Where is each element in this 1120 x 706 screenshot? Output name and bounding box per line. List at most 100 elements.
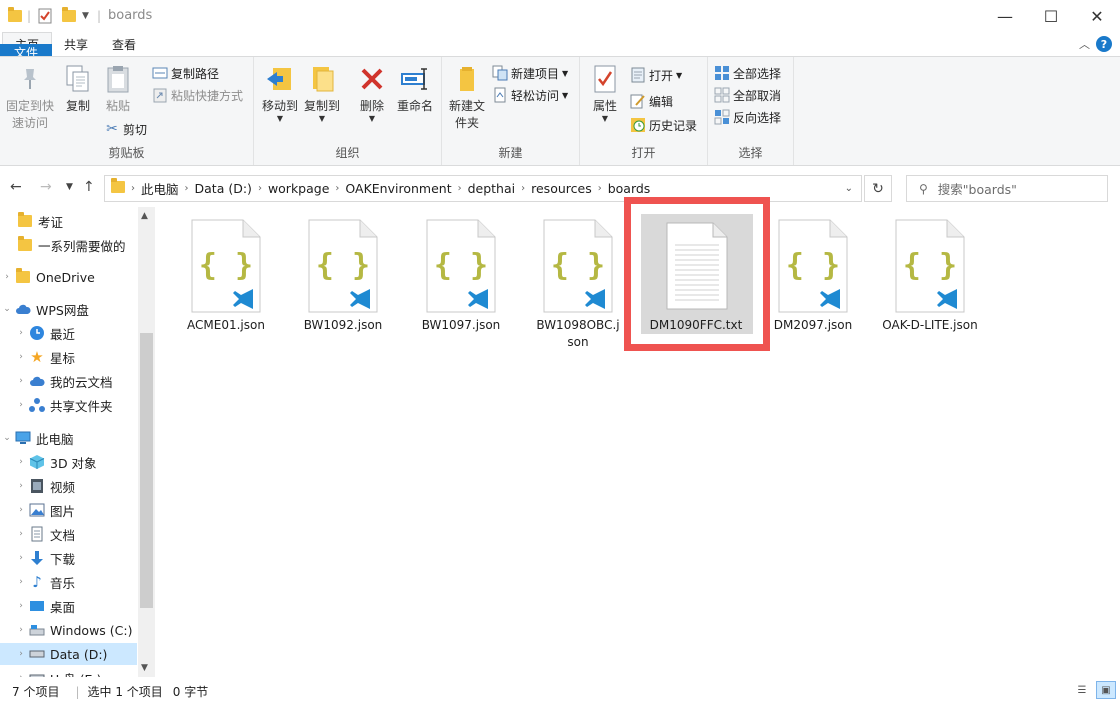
refresh-icon[interactable]: ↻ [864,175,892,202]
chevron-right-icon[interactable]: › [14,529,28,539]
tree-item-pictures[interactable]: › 图片 [0,499,137,521]
tab-view[interactable]: 查看 [100,32,148,56]
copy-button[interactable]: 复制 [60,63,96,115]
tree-item-shared-folder[interactable]: › 共享文件夹 [0,394,137,416]
breadcrumb-workpage[interactable]: workpage [262,181,335,196]
chevron-right-icon[interactable]: › [14,352,28,362]
properties-button[interactable]: 属性 ▼ [588,63,622,123]
breadcrumb-boards[interactable]: boards [602,181,657,196]
file-item-bw1098obc[interactable]: { } BW1098OBC.json [523,219,633,351]
navigation-scrollbar-thumb[interactable] [140,333,153,608]
copy-path-button[interactable]: 复制路径 [152,63,219,83]
organize-group-label: 组织 [335,146,360,160]
edit-button[interactable]: 编辑 [630,91,673,111]
forward-arrow-icon[interactable]: → [40,179,52,195]
tree-item-documents[interactable]: › 文档 [0,523,137,545]
address-dropdown-icon[interactable]: ⌄ [845,183,853,194]
select-all-button[interactable]: 全部选择 [714,63,781,83]
file-item-acme01[interactable]: { } ACME01.json [171,219,281,334]
cloud-icon [14,301,32,317]
new-folder-quick-icon[interactable] [62,7,76,25]
share-icon [28,397,46,413]
chevron-right-icon[interactable]: › [14,601,28,611]
breadcrumb-data-d[interactable]: Data (D:) [189,181,258,196]
pin-quick-access-button[interactable]: 固定到快速访问 [4,63,56,132]
file-item-bw1092[interactable]: { } BW1092.json [288,219,398,334]
move-to-button[interactable]: 移动到 ▼ [260,63,300,123]
search-input[interactable]: ⚲ 搜索"boards" [906,175,1108,202]
copy-to-button[interactable]: 复制到 ▼ [302,63,342,123]
open-button[interactable]: 打开 ▼ [630,65,682,85]
file-item-oak-d-lite[interactable]: { } OAK-D-LITE.json [875,219,985,334]
tree-item-downloads[interactable]: › 下载 [0,547,137,569]
tree-item-my-cloud-docs[interactable]: › 我的云文档 [0,370,137,392]
tree-item-desktop[interactable]: › 桌面 [0,595,137,617]
easy-access-button[interactable]: 轻松访问 ▼ [492,85,568,105]
chevron-down-icon[interactable]: ⌄ [0,304,14,314]
chevron-down-icon[interactable]: ⌄ [0,433,14,443]
chevron-right-icon[interactable]: › [14,328,28,338]
cut-button[interactable]: ✂ 剪切 [104,119,147,139]
chevron-right-icon[interactable]: › [0,272,14,282]
up-arrow-icon[interactable]: ↑ [83,179,95,195]
clipboard-group-label: 剪贴板 [108,146,145,160]
history-button[interactable]: 历史记录 [630,115,697,135]
chevron-right-icon[interactable]: › [14,577,28,587]
details-view-icon[interactable]: ☰ [1072,681,1092,699]
tree-item-starred[interactable]: › ★ 星标 [0,346,137,368]
tab-share[interactable]: 共享 [52,32,100,56]
chevron-right-icon[interactable]: › [14,625,28,635]
tree-item-usb-e[interactable]: › U 盘 (E:) [0,667,137,677]
recent-locations-icon[interactable]: ▼ [66,182,73,192]
tree-item-music[interactable]: › ♪ 音乐 [0,571,137,593]
chevron-right-icon[interactable]: › [14,649,28,659]
chevron-right-icon[interactable]: › [14,376,28,386]
file-item-bw1097[interactable]: { } BW1097.json [406,219,516,334]
paste-button[interactable]: 粘贴 [100,63,136,115]
navigation-pane: 考证 一系列需要做的 › OneDrive ⌄ WPS网盘 › 最近 › ★ 星… [0,207,156,677]
help-icon[interactable]: ? [1096,36,1112,52]
scroll-up-icon[interactable]: ▲ [141,211,148,221]
chevron-right-icon[interactable]: › [14,400,28,410]
properties-quick-icon[interactable] [38,7,52,25]
tree-item-wps-drive[interactable]: ⌄ WPS网盘 [0,298,137,320]
copy-to-dropdown-icon: ▼ [318,114,326,123]
file-item-dm1090ffc[interactable]: DM1090FFC.txt [641,219,751,334]
scroll-down-icon[interactable]: ▼ [141,663,148,673]
new-folder-button[interactable]: 新建文件夹 [446,63,488,132]
collapse-ribbon-icon[interactable]: ︿ [1079,36,1090,52]
pin-icon [14,63,46,95]
chevron-right-icon[interactable]: › [14,505,28,515]
new-item-button[interactable]: 新建项目 ▼ [492,63,568,83]
back-arrow-icon[interactable]: ← [10,179,22,195]
breadcrumb-depthai[interactable]: depthai [462,181,522,196]
tree-item-onedrive[interactable]: › OneDrive [0,266,137,288]
breadcrumb-resources[interactable]: resources [525,181,598,196]
chevron-right-icon[interactable]: › [14,457,28,467]
paste-shortcut-button[interactable]: 粘贴快捷方式 [152,85,243,105]
file-item-dm2097[interactable]: { } DM2097.json [758,219,868,334]
chevron-right-icon[interactable]: › [14,481,28,491]
tree-item-label: 音乐 [50,575,76,591]
tree-item-3d-objects[interactable]: › 3D 对象 [0,451,137,473]
tree-item-kaozheng[interactable]: 考证 [0,210,137,232]
minimize-button[interactable]: — [982,0,1028,32]
large-icons-view-icon[interactable]: ▣ [1096,681,1116,699]
tree-item-todo[interactable]: 一系列需要做的 [0,234,137,256]
close-button[interactable]: ✕ [1074,0,1120,32]
breadcrumb-this-pc[interactable]: 此电脑 [135,179,185,198]
tree-item-data-d[interactable]: › Data (D:) [0,643,137,665]
delete-button[interactable]: 删除 ▼ [354,63,390,123]
maximize-button[interactable]: ☐ [1028,0,1074,32]
invert-selection-button[interactable]: 反向选择 [714,107,781,127]
customize-quick-access-icon[interactable]: ▼ [82,7,89,25]
tree-item-videos[interactable]: › 视频 [0,475,137,497]
chevron-right-icon[interactable]: › [14,553,28,563]
open-icon [630,67,646,83]
select-none-button[interactable]: 全部取消 [714,85,781,105]
tree-item-windows-c[interactable]: › Windows (C:) [0,619,137,641]
breadcrumb-oakenvironment[interactable]: OAKEnvironment [339,181,457,196]
tree-item-this-pc[interactable]: ⌄ 此电脑 [0,427,137,449]
tree-item-recent[interactable]: › 最近 [0,322,137,344]
rename-button[interactable]: 重命名 [392,63,438,115]
